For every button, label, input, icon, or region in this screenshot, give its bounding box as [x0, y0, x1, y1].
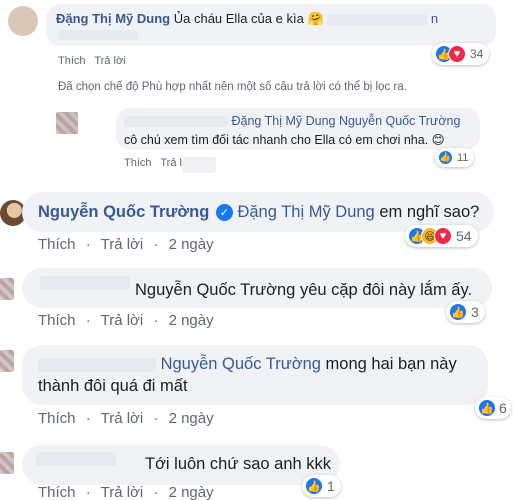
- comment-author[interactable]: Nguyễn Quốc Trường: [38, 203, 209, 221]
- comment-line: Nguyễn Quốc Trường mong hai bạn này: [38, 355, 457, 374]
- filter-notice: Đã chọn chế độ Phù hợp nhất nên một số c…: [58, 81, 407, 93]
- comment-time: 2 ngày: [168, 484, 214, 500]
- comment-line: Nguyễn Quốc Trường ✓ Đặng Thị Mỹ Dung em…: [38, 203, 479, 222]
- like-button[interactable]: Thích: [124, 157, 152, 169]
- comment-bubble: [22, 345, 488, 405]
- comment-time: 2 ngày: [168, 236, 214, 253]
- reaction-count: 34: [470, 47, 484, 61]
- reply-button[interactable]: Trả lời: [101, 410, 144, 427]
- reaction-summary[interactable]: 👍 11: [435, 148, 475, 167]
- comment-time: 2 ngày: [168, 312, 214, 329]
- comment-tag[interactable]: Nguyễn Quốc Trường: [161, 355, 321, 373]
- comment-actions: Thích Trả lời: [58, 55, 132, 67]
- comment-time: 2 ngày: [168, 410, 214, 427]
- reply-button[interactable]: Trả lời: [101, 312, 144, 329]
- love-icon: ♥: [448, 45, 466, 63]
- like-icon: 👍: [438, 150, 453, 165]
- reaction-summary[interactable]: 👍 6: [475, 397, 511, 419]
- avatar[interactable]: [0, 452, 14, 474]
- blurred-name: [40, 276, 130, 290]
- like-icon: 👍: [305, 477, 323, 495]
- comment-text: Ủa cháu Ella của e kìa: [173, 11, 304, 26]
- reply-button[interactable]: Trả lời: [101, 484, 144, 500]
- action-separator: ·: [153, 236, 159, 253]
- reaction-count: 11: [457, 151, 469, 164]
- blurred-name: [58, 30, 138, 40]
- comment-text: mong hai bạn này: [325, 355, 457, 373]
- blurred-name: [36, 452, 116, 466]
- reaction-count: 1: [327, 478, 335, 494]
- comment-line: Đặng Thị Mỹ Dung Nguyễn Quốc Trường: [124, 114, 460, 128]
- action-separator: ·: [85, 312, 91, 329]
- reaction-count: 54: [456, 228, 472, 244]
- top-comment-panel: Đặng Thị Mỹ Dung Ủa cháu Ella của e kìa …: [0, 0, 513, 178]
- comment-text: cô chú xem tìm đối tác nhanh cho Ella có…: [124, 133, 429, 147]
- avatar[interactable]: [8, 6, 38, 36]
- avatar[interactable]: [0, 350, 14, 372]
- hug-emoji-icon: 🤗: [307, 11, 324, 26]
- comment-tag-tail[interactable]: n: [431, 11, 438, 26]
- comment-actions: Thích · Trả lời · 2 ngày: [38, 484, 220, 500]
- action-separator: ·: [85, 410, 91, 427]
- comment-actions: Thích · Trả lời · 2 ngày: [38, 312, 220, 329]
- like-button[interactable]: Thích: [58, 55, 86, 67]
- blurred-name: [38, 357, 156, 372]
- reaction-summary[interactable]: 👍 ♥ 34: [432, 43, 490, 65]
- comment-tag[interactable]: Đặng Thị Mỹ Dung: [237, 203, 374, 221]
- like-button[interactable]: Thích: [38, 312, 76, 329]
- comment-tags[interactable]: Đặng Thị Mỹ Dung Nguyễn Quốc Trường: [231, 114, 460, 128]
- divider: [0, 178, 513, 184]
- comment-line: Đặng Thị Mỹ Dung Ủa cháu Ella của e kìa …: [56, 11, 438, 27]
- blurred-name: [327, 13, 428, 26]
- comment-actions: Thích · Trả lời · 2 ngày: [38, 236, 220, 253]
- avatar[interactable]: [56, 112, 78, 134]
- like-icon: 👍: [449, 303, 467, 321]
- reaction-count: 3: [471, 304, 479, 320]
- comment-line: cô chú xem tìm đối tác nhanh cho Ella có…: [124, 132, 445, 147]
- avatar[interactable]: [0, 278, 14, 300]
- action-separator: ·: [85, 484, 91, 500]
- reply-button[interactable]: Trả lời: [101, 236, 144, 253]
- blurred-name: [182, 157, 216, 173]
- comment-author[interactable]: Đặng Thị Mỹ Dung: [56, 11, 170, 26]
- like-button[interactable]: Thích: [38, 484, 76, 500]
- reply-button[interactable]: Trả lời: [94, 55, 125, 67]
- verified-badge-icon: ✓: [215, 204, 233, 222]
- action-separator: ·: [153, 410, 159, 427]
- smile-emoji-icon: 😊: [431, 133, 445, 147]
- action-separator: ·: [153, 312, 159, 329]
- like-icon: 👍: [478, 399, 496, 417]
- comment-actions: Thích · Trả lời · 2 ngày: [38, 410, 220, 427]
- like-button[interactable]: Thích: [38, 410, 76, 427]
- action-separator: ·: [153, 484, 159, 500]
- comment-text: Tới luôn chứ sao anh kkk: [145, 455, 332, 473]
- reaction-summary[interactable]: 👍 1: [302, 475, 341, 497]
- comment-text: thành đôi quá đi mất: [38, 377, 188, 395]
- reaction-summary[interactable]: 👍 3: [446, 301, 485, 323]
- comment-text: Nguyễn Quốc Trường yêu cặp đôi này lắm ấ…: [135, 281, 473, 299]
- blurred-name: [124, 116, 228, 128]
- comment-text: em nghĩ sao?: [379, 203, 480, 221]
- reaction-count: 6: [499, 400, 507, 416]
- action-separator: ·: [85, 236, 91, 253]
- like-button[interactable]: Thích: [38, 236, 76, 253]
- reaction-summary[interactable]: 👍 😆 ♥ 54: [405, 225, 478, 247]
- love-icon: ♥: [434, 227, 452, 245]
